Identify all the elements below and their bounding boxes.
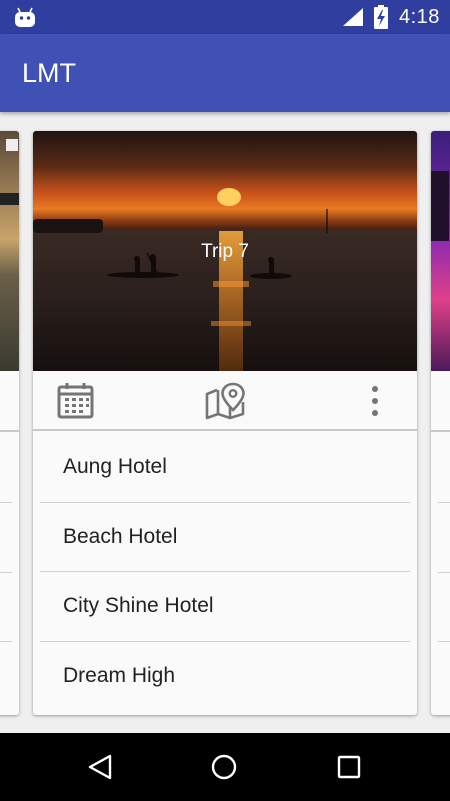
hotel-item[interactable]: City Shine Hotel [33, 572, 417, 642]
hotel-name: Dream High [63, 663, 176, 687]
trip-card[interactable]: Trip 7 Aung Hotel Beach Hotel City Shine… [33, 131, 417, 715]
hotel-item[interactable]: Dream High [33, 642, 417, 712]
navigation-bar [0, 733, 450, 801]
hotel-item[interactable]: Beach Hotel [33, 503, 417, 572]
status-time: 4:18 [399, 6, 440, 28]
hotel-item[interactable]: Aung Hotel [33, 433, 417, 503]
trip-card-actions [33, 371, 417, 431]
trip-card-next[interactable] [431, 131, 450, 715]
more-vert-icon[interactable] [359, 383, 391, 419]
hotel-name: Beach Hotel [63, 524, 178, 548]
signal-icon [343, 8, 363, 26]
app-bar: LMT [0, 34, 450, 112]
hotel-list: Aung Hotel Beach Hotel City Shine Hotel … [33, 433, 417, 711]
map-pin-icon[interactable] [205, 380, 245, 420]
trip-card-previous[interactable] [0, 131, 19, 715]
status-bar: 4:18 [0, 0, 450, 34]
trip-image[interactable]: Trip 7 [33, 131, 417, 371]
back-icon[interactable] [86, 753, 114, 781]
recents-icon[interactable] [337, 755, 361, 779]
app-title: LMT [22, 58, 76, 88]
calendar-icon[interactable] [57, 382, 94, 419]
trip-carousel[interactable]: Trip 7 Aung Hotel Beach Hotel City Shine… [0, 112, 450, 733]
trip-title: Trip 7 [201, 241, 249, 262]
battery-charging-icon [374, 5, 388, 29]
android-icon [15, 7, 35, 27]
trip-image-next [431, 131, 450, 371]
hotel-name: City Shine Hotel [63, 594, 214, 617]
trip-image-previous [0, 131, 19, 371]
hotel-name: Aung Hotel [63, 455, 167, 478]
home-icon[interactable] [210, 753, 238, 781]
